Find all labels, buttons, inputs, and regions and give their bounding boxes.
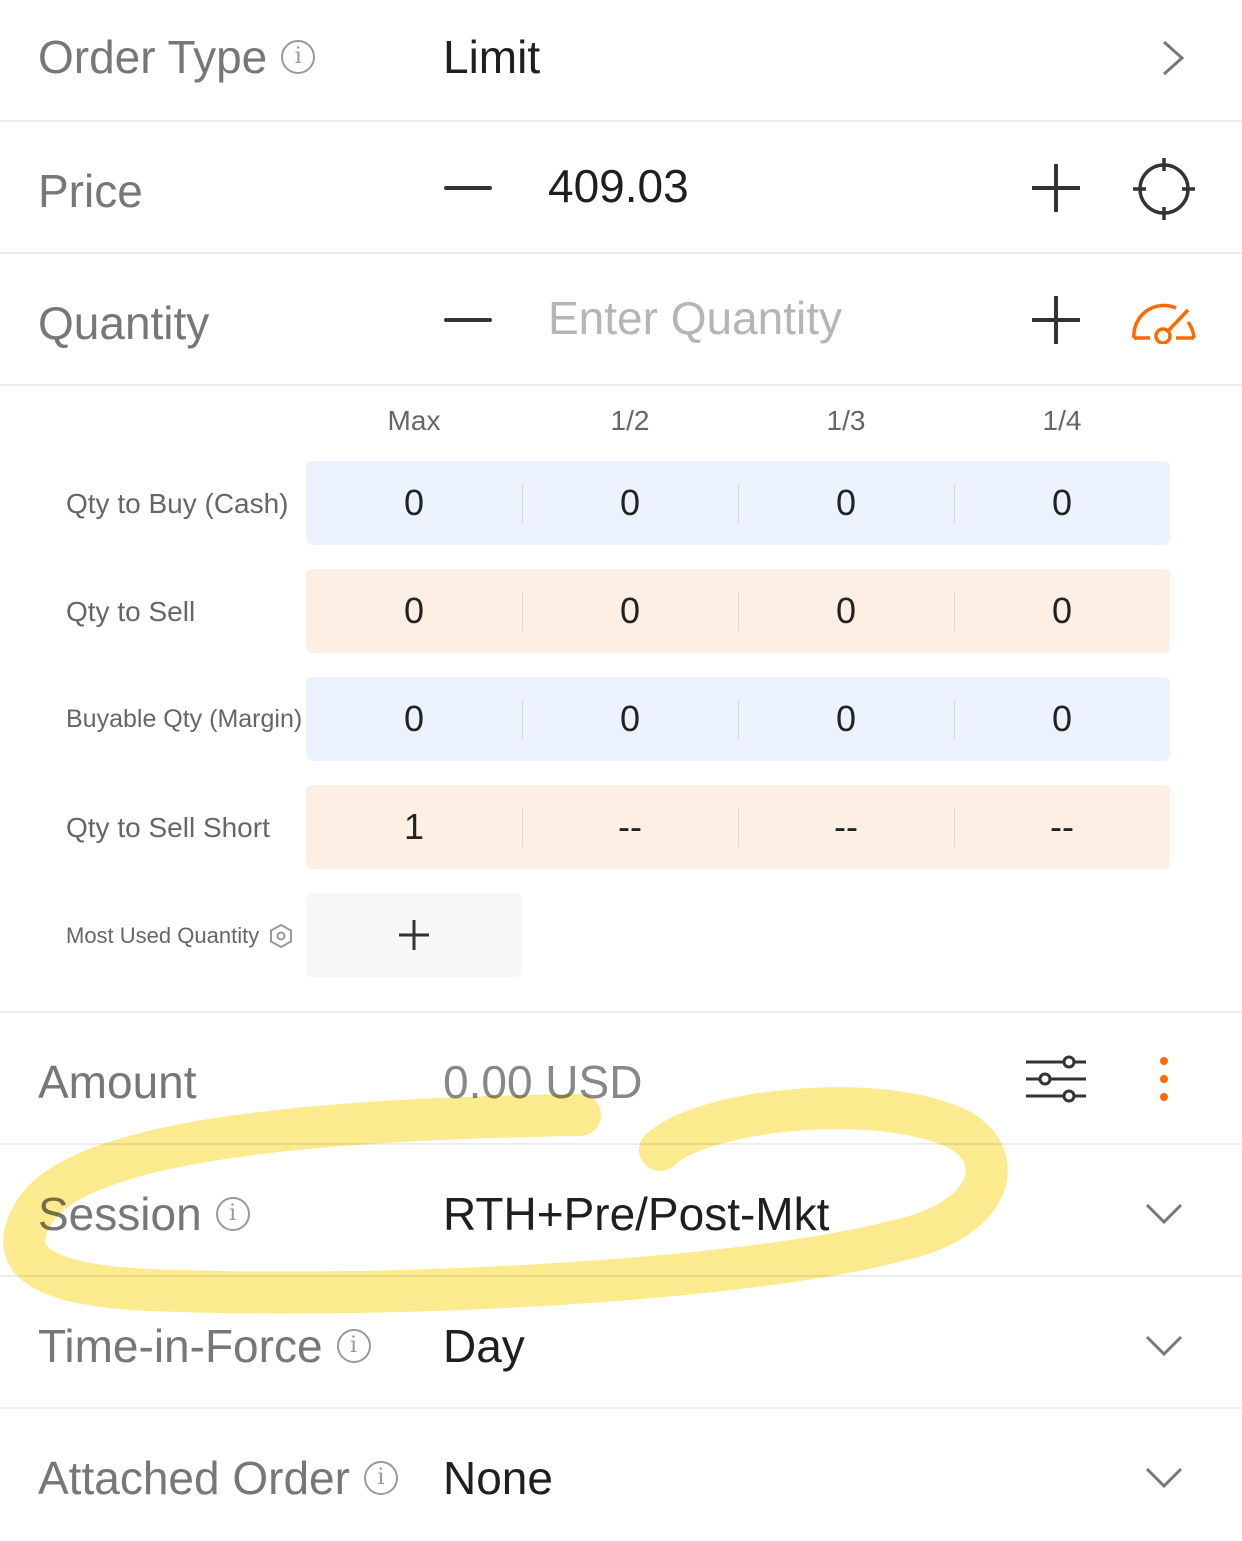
attached-order-label: Attached Order [38, 1452, 350, 1504]
quantity-increment-button[interactable] [1030, 294, 1082, 346]
chevron-down-icon[interactable] [1144, 1333, 1184, 1359]
qty-cell[interactable]: 0 [306, 677, 522, 761]
quantity-row: Quantity [0, 254, 1242, 386]
qty-cell[interactable]: 1 [306, 785, 522, 869]
add-most-used-quantity-button[interactable] [306, 893, 522, 977]
session-label: Session [38, 1188, 202, 1240]
price-increment-button[interactable] [1030, 162, 1082, 214]
buy-margin-row: 0 0 0 0 [306, 677, 1170, 761]
quantity-label: Quantity [38, 297, 210, 349]
info-icon[interactable]: i [281, 40, 316, 74]
attached-order-value: None [443, 1452, 553, 1504]
qty-cell[interactable]: 0 [306, 569, 522, 653]
order-type-row[interactable]: Order Type i Limit [0, 0, 1242, 122]
sell-short-row: 1 -- -- -- [306, 785, 1170, 869]
session-row[interactable]: Session i RTH+Pre/Post-Mkt [0, 1145, 1242, 1277]
buy-cash-row: 0 0 0 0 [306, 461, 1170, 545]
attached-order-label-wrap: Attached Order i [38, 1451, 398, 1505]
col-header-max: Max [387, 405, 441, 436]
row-label-sell-short: Qty to Sell Short [66, 812, 270, 843]
qty-cell[interactable]: 0 [954, 569, 1170, 653]
row-label-buy-cash: Qty to Buy (Cash) [66, 488, 289, 519]
settings-hexagon-icon[interactable] [269, 923, 293, 949]
quantity-input[interactable] [546, 290, 970, 346]
plus-icon [399, 920, 429, 950]
info-icon[interactable]: i [336, 1329, 371, 1363]
qty-cell[interactable]: 0 [954, 677, 1170, 761]
qty-cell[interactable]: 0 [738, 569, 954, 653]
qty-cell[interactable]: -- [522, 785, 738, 869]
attached-order-row[interactable]: Attached Order i None [0, 1409, 1242, 1541]
qty-cell[interactable]: 0 [954, 461, 1170, 545]
amount-label: Amount [38, 1056, 197, 1108]
row-label-buy-margin: Buyable Qty (Margin) [66, 705, 303, 733]
col-header-half: 1/2 [610, 405, 650, 436]
sliders-icon[interactable] [1024, 1053, 1088, 1105]
qty-cell[interactable]: 0 [522, 569, 738, 653]
row-label-sell: Qty to Sell [66, 596, 196, 627]
amount-row: Amount 0.00 USD [0, 1013, 1242, 1145]
speedometer-icon[interactable] [1130, 298, 1198, 344]
info-icon[interactable]: i [363, 1461, 398, 1495]
time-in-force-label: Time-in-Force [38, 1320, 323, 1372]
qty-cell[interactable]: 0 [738, 461, 954, 545]
col-header-quarter: 1/4 [1042, 405, 1082, 436]
crosshair-icon[interactable] [1132, 157, 1196, 221]
time-in-force-value: Day [443, 1320, 525, 1372]
col-header-third: 1/3 [826, 405, 866, 436]
price-decrement-button[interactable] [444, 186, 492, 190]
chevron-down-icon[interactable] [1144, 1201, 1184, 1227]
amount-value: 0.00 USD [443, 1056, 643, 1108]
tif-label-wrap: Time-in-Force i [38, 1319, 371, 1373]
price-label: Price [38, 165, 143, 217]
time-in-force-row[interactable]: Time-in-Force i Day [0, 1277, 1242, 1409]
most-used-quantity-wrap: Most Used Quantity [66, 923, 293, 949]
qty-cell[interactable]: -- [954, 785, 1170, 869]
qty-cell[interactable]: 0 [522, 461, 738, 545]
price-row: Price [0, 122, 1242, 254]
most-used-quantity-label: Most Used Quantity [66, 923, 260, 948]
session-label-wrap: Session i [38, 1187, 250, 1241]
qty-cell[interactable]: -- [738, 785, 954, 869]
price-input[interactable] [546, 158, 950, 214]
chevron-down-icon[interactable] [1144, 1465, 1184, 1491]
chevron-right-icon[interactable] [1158, 38, 1188, 78]
sell-row: 0 0 0 0 [306, 569, 1170, 653]
order-type-label-wrap: Order Type i [38, 30, 316, 84]
order-type-value: Limit [443, 31, 541, 83]
more-vertical-icon[interactable] [1154, 1053, 1174, 1105]
order-type-label: Order Type [38, 31, 268, 83]
quantity-decrement-button[interactable] [444, 318, 492, 322]
session-value: RTH+Pre/Post-Mkt [443, 1188, 830, 1240]
qty-cell[interactable]: 0 [306, 461, 522, 545]
info-icon[interactable]: i [215, 1197, 250, 1231]
qty-cell[interactable]: 0 [522, 677, 738, 761]
qty-cell[interactable]: 0 [738, 677, 954, 761]
